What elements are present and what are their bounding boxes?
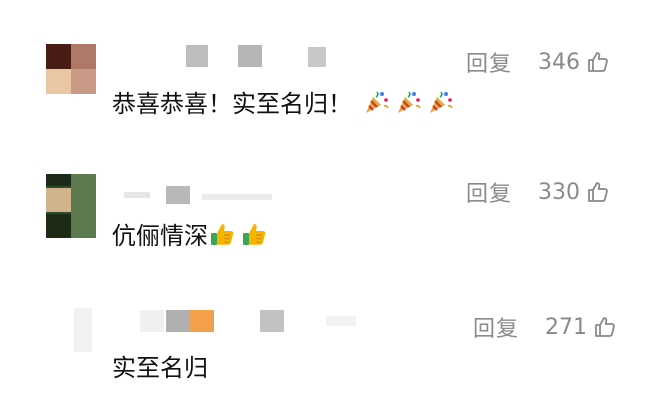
thumbs-up-icon <box>211 223 234 245</box>
comment-item: 回复 330 伉俪情深 <box>0 130 660 280</box>
comment-meta: 回复 330 <box>466 176 610 208</box>
reply-button[interactable]: 回复 <box>473 311 519 343</box>
comment-text: 伉俪情深 <box>112 222 208 250</box>
comment-text: 恭喜恭喜！实至名归！ <box>112 90 352 118</box>
reply-button[interactable]: 回复 <box>466 46 512 78</box>
like-count: 271 <box>545 314 588 340</box>
comment-text-row: 实至名归 <box>112 348 208 383</box>
comment-meta: 回复 346 <box>466 46 610 78</box>
like-button[interactable] <box>593 315 617 339</box>
reply-button[interactable]: 回复 <box>466 176 512 208</box>
thumbs-up-outline-icon <box>588 182 608 202</box>
comment-item: 回复 271 实至名归 <box>0 280 660 414</box>
party-popper-icon <box>366 91 389 113</box>
like-count: 330 <box>538 179 581 205</box>
avatar[interactable] <box>46 44 96 94</box>
comment-item: 回复 346 恭喜恭喜！实至名归！ <box>0 0 660 130</box>
username-redacted[interactable] <box>112 186 332 206</box>
party-popper-icon <box>430 91 453 113</box>
avatar[interactable] <box>46 308 96 358</box>
like-button[interactable] <box>586 180 610 204</box>
username-redacted[interactable] <box>140 310 390 334</box>
like-button[interactable] <box>586 50 610 74</box>
party-popper-icon <box>398 91 421 113</box>
comment-text-row: 伉俪情深 <box>112 216 268 251</box>
thumbs-up-icon <box>243 223 266 245</box>
thumbs-up-outline-icon <box>595 317 615 337</box>
avatar[interactable] <box>46 174 96 238</box>
like-count: 346 <box>538 49 581 75</box>
comment-meta: 回复 271 <box>473 311 617 343</box>
comment-text: 实至名归 <box>112 354 208 382</box>
username-redacted[interactable] <box>186 45 346 69</box>
thumbs-up-outline-icon <box>588 52 608 72</box>
comment-text-row: 恭喜恭喜！实至名归！ <box>112 84 454 119</box>
